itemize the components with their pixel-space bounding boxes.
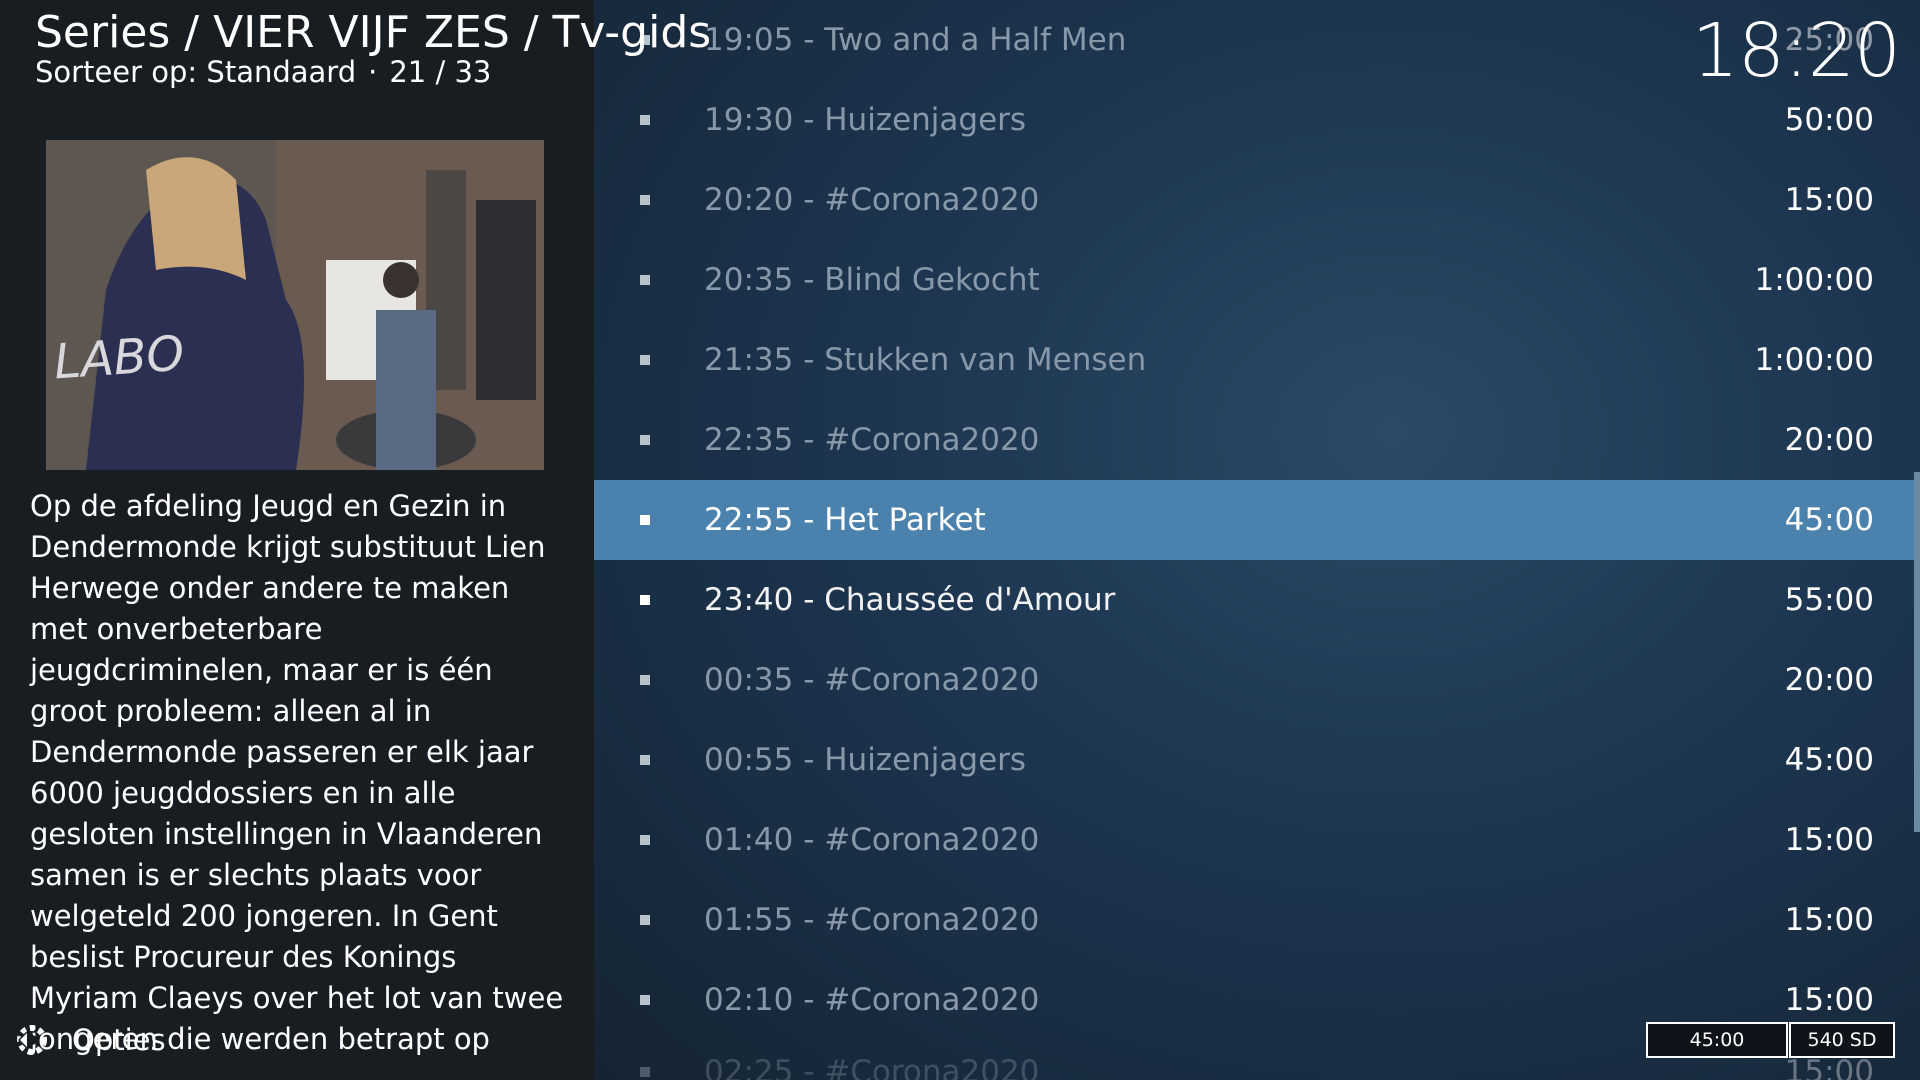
scrollbar[interactable] [1914,472,1920,832]
list-item[interactable]: 20:35 - Blind Gekocht 1:00:00 [594,240,1914,320]
labo-jacket-text: LABO [52,325,187,391]
list-item-label: 21:35 - Stukken van Mensen [704,342,1147,378]
list-item-label: 02:10 - #Corona2020 [704,982,1040,1018]
list-item[interactable]: 01:40 - #Corona2020 15:00 [594,800,1914,880]
bullet-icon [640,835,650,845]
clock: 18:20 [1691,8,1901,94]
list-item[interactable]: 23:40 - Chaussée d'Amour 55:00 [594,560,1914,640]
list-item[interactable]: 00:35 - #Corona2020 20:00 [594,640,1914,720]
list-item-label: 00:35 - #Corona2020 [704,662,1040,698]
list-item-label: 20:35 - Blind Gekocht [704,262,1040,298]
bullet-icon [640,595,650,605]
list-item-duration: 15:00 [1784,182,1874,218]
item-position: 21 / 33 [389,55,492,89]
resolution-badge: 540 SD [1789,1022,1895,1058]
bullet-icon [640,995,650,1005]
list-item-duration: 20:00 [1784,662,1874,698]
bullet-icon [640,435,650,445]
bullet-icon [640,755,650,765]
list-item[interactable]: 20:20 - #Corona2020 15:00 [594,160,1914,240]
list-item-label: 01:40 - #Corona2020 [704,822,1040,858]
list-item[interactable]: 01:55 - #Corona2020 15:00 [594,880,1914,960]
list-item-duration: 1:00:00 [1754,262,1874,298]
list-item-label: 22:55 - Het Parket [704,502,986,538]
tv-guide-list[interactable]: 19:05 - Two and a Half Men 25:00 19:30 -… [594,0,1920,1080]
bullet-icon [640,915,650,925]
list-item-selected[interactable]: 22:55 - Het Parket 45:00 [594,480,1914,560]
list-item-label: 19:05 - Two and a Half Men [704,22,1127,58]
list-item-label: 22:35 - #Corona2020 [704,422,1040,458]
list-item-duration: 20:00 [1784,422,1874,458]
list-item-label: 02:25 - #Corona2020 [704,1054,1040,1080]
list-item-label: 00:55 - Huizenjagers [704,742,1027,778]
list-item-duration: 50:00 [1784,102,1874,138]
bullet-icon [640,115,650,125]
list-item-label: 23:40 - Chaussée d'Amour [704,582,1116,618]
list-item-duration: 15:00 [1784,902,1874,938]
list-item-label: 01:55 - #Corona2020 [704,902,1040,938]
sort-label[interactable]: Sorteer op: Standaard [35,55,356,89]
options-button[interactable]: Opties [14,1022,166,1058]
duration-badge: 45:00 [1646,1022,1788,1058]
options-label: Opties [72,1023,166,1057]
plot-description: Op de afdeling Jeugd en Gezin in Denderm… [30,489,564,1056]
bullet-icon [640,675,650,685]
list-item[interactable]: 21:35 - Stukken van Mensen 1:00:00 [594,320,1914,400]
list-item-duration: 15:00 [1784,822,1874,858]
list-item-duration: 55:00 [1784,582,1874,618]
bullet-icon [640,1067,650,1077]
info-panel: LABO Op de afdeling Jeugd en Gezin in De… [0,0,594,1080]
episode-thumbnail: LABO [46,140,544,470]
list-item[interactable]: 00:55 - Huizenjagers 45:00 [594,720,1914,800]
bullet-icon [640,275,650,285]
bullet-icon [640,515,650,525]
bullet-icon [640,195,650,205]
list-item-duration: 45:00 [1784,742,1874,778]
list-item-label: 19:30 - Huizenjagers [704,102,1027,138]
bullet-icon [640,355,650,365]
list-item-duration: 15:00 [1784,982,1874,1018]
list-item-label: 20:20 - #Corona2020 [704,182,1040,218]
separator: · [368,55,378,89]
list-item-duration: 1:00:00 [1754,342,1874,378]
gear-icon [14,1022,50,1058]
list-item-duration: 45:00 [1784,502,1874,538]
list-item[interactable]: 22:35 - #Corona2020 20:00 [594,400,1914,480]
sort-info: Sorteer op: Standaard · 21 / 33 [35,52,491,92]
